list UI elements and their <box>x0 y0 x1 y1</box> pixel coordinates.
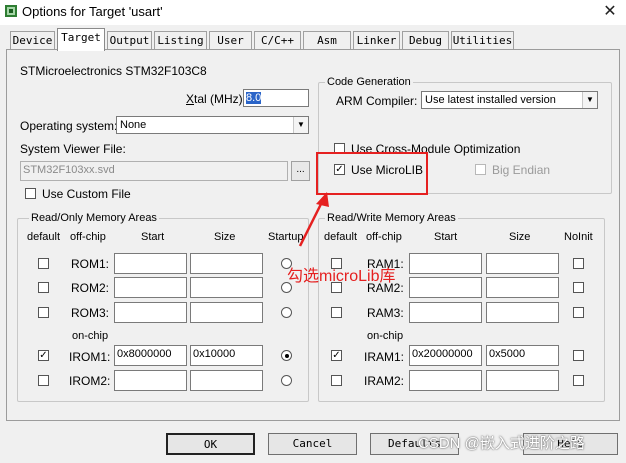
irom2-default-checkbox[interactable] <box>38 375 49 386</box>
ro-header-offchip: off-chip <box>70 231 106 243</box>
ro-onchip-label: on-chip <box>72 330 109 342</box>
ro-header-size: Size <box>214 231 236 243</box>
irom1-size-input[interactable]: 0x10000 <box>190 345 263 366</box>
ram2-start-input[interactable] <box>409 277 482 298</box>
iram1-noinit-checkbox[interactable] <box>573 350 584 361</box>
rom2-size-input[interactable] <box>190 277 263 298</box>
irom1-start-input[interactable]: 0x8000000 <box>114 345 187 366</box>
rom1-size-input[interactable] <box>190 253 263 274</box>
ram1-size-input[interactable] <box>486 253 559 274</box>
ram3-size-input[interactable] <box>486 302 559 323</box>
options-dialog: Options for Target 'usart' ✕ Device Targ… <box>0 0 626 463</box>
use-custom-file-label: Use Custom File <box>42 187 131 201</box>
big-endian-checkbox[interactable] <box>475 164 486 175</box>
irom2-label: IROM2: <box>69 374 111 388</box>
rom1-default-checkbox[interactable] <box>38 258 49 269</box>
rom3-size-input[interactable] <box>190 302 263 323</box>
iram2-default-checkbox[interactable] <box>331 375 342 386</box>
cancel-button[interactable]: Cancel <box>268 433 357 455</box>
tab-debug[interactable]: Debug <box>402 31 449 50</box>
tab-output[interactable]: Output <box>107 31 152 50</box>
title-bar: Options for Target 'usart' ✕ <box>0 0 626 25</box>
tab-target[interactable]: Target <box>57 28 105 51</box>
arm-compiler-label: ARM Compiler: <box>336 94 418 108</box>
chevron-down-icon[interactable]: ▼ <box>293 117 308 133</box>
ram3-label: RAM3: <box>367 306 404 320</box>
ram3-noinit-checkbox[interactable] <box>573 307 584 318</box>
ram2-size-input[interactable] <box>486 277 559 298</box>
readonly-memory-title: Read/Only Memory Areas <box>29 212 159 224</box>
irom2-startup-radio[interactable] <box>281 375 292 386</box>
rom2-default-checkbox[interactable] <box>38 282 49 293</box>
irom1-startup-radio[interactable] <box>281 350 292 361</box>
rw-onchip-label: on-chip <box>367 330 404 342</box>
microlib-highlight-box <box>316 152 428 195</box>
annotation-arrow-icon <box>298 192 329 247</box>
ro-header-start: Start <box>141 231 165 243</box>
ram2-noinit-checkbox[interactable] <box>573 282 584 293</box>
iram1-label: IRAM1: <box>364 350 405 364</box>
tab-user[interactable]: User <box>209 31 252 50</box>
rw-header-size: Size <box>509 231 531 243</box>
svf-label: System Viewer File: <box>20 142 126 156</box>
chevron-down-icon[interactable]: ▼ <box>582 92 597 108</box>
irom1-default-checkbox[interactable]: ✓ <box>38 350 49 361</box>
big-endian-label: Big Endian <box>492 163 551 177</box>
use-custom-file-checkbox[interactable] <box>25 188 36 199</box>
iram2-noinit-checkbox[interactable] <box>573 375 584 386</box>
tab-device[interactable]: Device <box>10 31 55 50</box>
svf-input[interactable]: STM32F103xx.svd <box>20 161 288 181</box>
irom2-start-input[interactable] <box>114 370 187 391</box>
iram2-start-input[interactable] <box>409 370 482 391</box>
rom1-label: ROM1: <box>71 257 110 271</box>
rom1-start-input[interactable] <box>114 253 187 274</box>
ram3-default-checkbox[interactable] <box>331 307 342 318</box>
iram2-label: IRAM2: <box>364 374 405 388</box>
tab-listing[interactable]: Listing <box>154 31 207 50</box>
rw-header-noinit: NoInit <box>564 231 593 243</box>
irom2-size-input[interactable] <box>190 370 263 391</box>
device-name: STMicroelectronics STM32F103C8 <box>20 64 207 78</box>
code-generation-title: Code Generation <box>325 76 413 88</box>
rom3-start-input[interactable] <box>114 302 187 323</box>
os-select[interactable]: None ▼ <box>116 116 309 134</box>
rom3-startup-radio[interactable] <box>281 307 292 318</box>
iram1-start-input[interactable]: 0x20000000 <box>409 345 482 366</box>
xtal-label: Xtal (MHz): <box>186 92 247 106</box>
tab-c-cpp[interactable]: C/C++ <box>254 31 301 50</box>
arm-compiler-select[interactable]: Use latest installed version ▼ <box>421 91 598 109</box>
rom2-start-input[interactable] <box>114 277 187 298</box>
iram1-default-checkbox[interactable]: ✓ <box>331 350 342 361</box>
svf-browse-button[interactable]: ... <box>291 161 310 181</box>
window-title: Options for Target 'usart' <box>22 4 163 19</box>
rom3-label: ROM3: <box>71 306 110 320</box>
iram1-size-input[interactable]: 0x5000 <box>486 345 559 366</box>
rom3-default-checkbox[interactable] <box>38 307 49 318</box>
ram3-start-input[interactable] <box>409 302 482 323</box>
close-icon[interactable]: ✕ <box>598 1 622 23</box>
irom1-label: IROM1: <box>69 350 111 364</box>
readwrite-memory-title: Read/Write Memory Areas <box>325 212 458 224</box>
iram2-size-input[interactable] <box>486 370 559 391</box>
tab-asm[interactable]: Asm <box>303 31 351 50</box>
ram1-noinit-checkbox[interactable] <box>573 258 584 269</box>
os-label: Operating system: <box>20 119 118 133</box>
tab-utilities[interactable]: Utilities <box>451 31 514 50</box>
ram1-start-input[interactable] <box>409 253 482 274</box>
annotation-text: 勾选microLib库 <box>287 268 396 285</box>
rw-header-start: Start <box>434 231 458 243</box>
xtal-input[interactable]: 8.0 <box>243 89 309 107</box>
ok-button[interactable]: OK <box>166 433 255 455</box>
ro-header-default: default <box>27 231 61 243</box>
tab-linker[interactable]: Linker <box>353 31 400 50</box>
rw-header-offchip: off-chip <box>366 231 402 243</box>
watermark: CSDN @嵌入式进阶之路 <box>418 435 585 452</box>
rom2-label: ROM2: <box>71 281 110 295</box>
app-icon <box>5 5 17 17</box>
